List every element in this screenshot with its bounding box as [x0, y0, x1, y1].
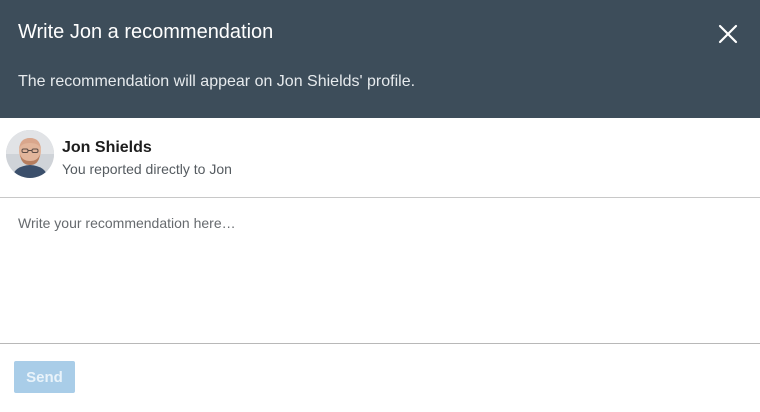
avatar	[6, 130, 54, 178]
dialog-header: Write Jon a recommendation The recommend…	[0, 0, 760, 118]
close-button[interactable]	[716, 22, 740, 46]
recipient-relation: You reported directly to Jon	[62, 161, 232, 177]
recommendation-dialog: Write Jon a recommendation The recommend…	[0, 0, 760, 412]
close-icon	[718, 24, 738, 44]
dialog-subtitle: The recommendation will appear on Jon Sh…	[18, 73, 416, 90]
dialog-title: Write Jon a recommendation	[18, 21, 274, 43]
recipient-name: Jon Shields	[62, 139, 152, 156]
recommendation-input[interactable]	[0, 198, 760, 344]
send-button[interactable]: Send	[14, 361, 75, 393]
recipient-card: Jon Shields You reported directly to Jon	[0, 118, 760, 198]
